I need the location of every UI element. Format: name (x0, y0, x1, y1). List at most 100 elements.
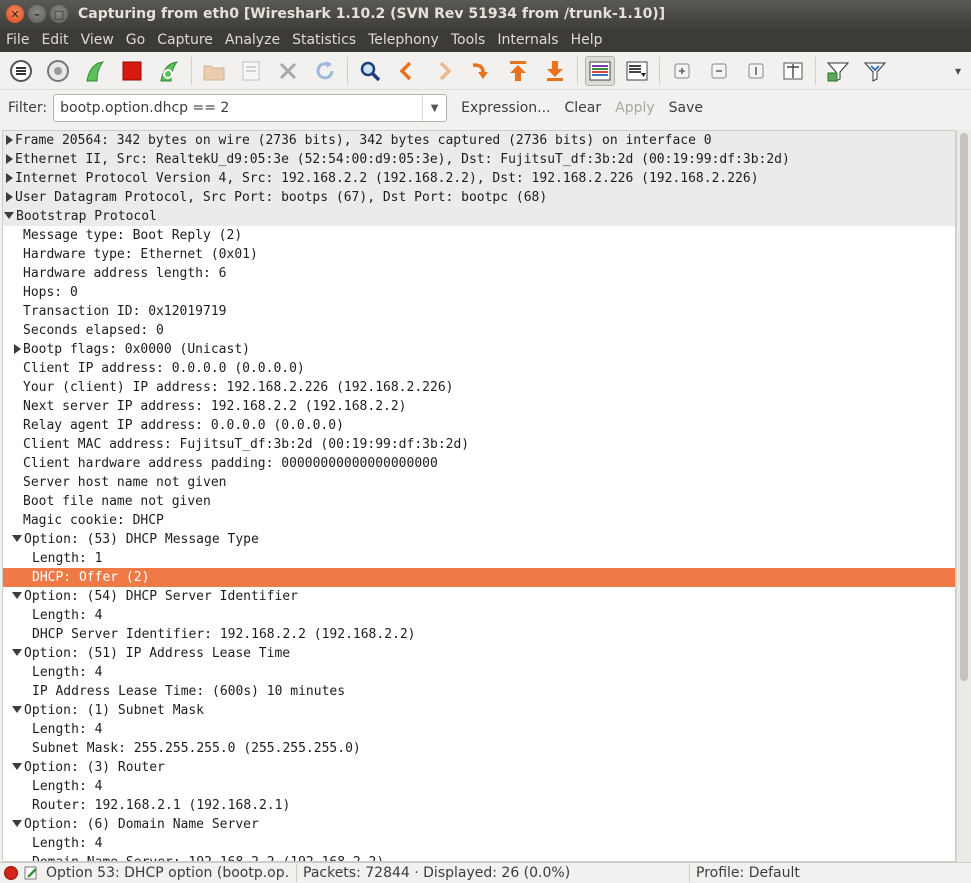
vertical-scrollbar[interactable] (956, 130, 971, 862)
restart-capture-icon[interactable] (154, 56, 184, 86)
tree-node[interactable]: Option: (6) Domain Name Server (3, 815, 955, 834)
packet-details-tree[interactable]: Frame 20564: 342 bytes on wire (2736 bit… (2, 130, 956, 862)
start-capture-icon[interactable] (80, 56, 110, 86)
save-button[interactable]: Save (669, 100, 703, 116)
tree-node[interactable]: Option: (53) DHCP Message Type (3, 530, 955, 549)
auto-scroll-icon[interactable] (622, 56, 652, 86)
expanded-triangle-icon[interactable] (12, 706, 22, 713)
tree-node[interactable]: Bootp flags: 0x0000 (Unicast) (3, 340, 955, 359)
expert-info-icon[interactable] (4, 866, 18, 880)
tree-field[interactable]: Your (client) IP address: 192.168.2.226 … (3, 378, 955, 397)
tree-field[interactable]: Client IP address: 0.0.0.0 (0.0.0.0) (3, 359, 955, 378)
minimize-icon[interactable]: – (28, 5, 46, 23)
last-packet-icon[interactable] (540, 56, 570, 86)
options-icon[interactable] (43, 56, 73, 86)
tree-node[interactable]: Frame 20564: 342 bytes on wire (2736 bit… (3, 131, 955, 150)
tree-field[interactable]: Router: 192.168.2.1 (192.168.2.1) (3, 796, 955, 815)
tree-field[interactable]: Client hardware address padding: 0000000… (3, 454, 955, 473)
resize-columns-icon[interactable] (778, 56, 808, 86)
chevron-down-icon[interactable]: ▼ (422, 95, 446, 121)
menu-internals[interactable]: Internals (491, 32, 564, 48)
tree-field[interactable]: Magic cookie: DHCP (3, 511, 955, 530)
expanded-triangle-icon[interactable] (12, 820, 22, 827)
apply-button[interactable]: Apply (615, 100, 655, 116)
tree-node[interactable]: Bootstrap Protocol (3, 207, 955, 226)
menu-file[interactable]: File (0, 32, 35, 48)
tree-field[interactable]: Hardware type: Ethernet (0x01) (3, 245, 955, 264)
menu-analyze[interactable]: Analyze (219, 32, 286, 48)
expanded-triangle-icon[interactable] (12, 535, 22, 542)
tree-node[interactable]: Option: (54) DHCP Server Identifier (3, 587, 955, 606)
colorize-icon[interactable] (585, 55, 615, 86)
tree-node[interactable]: Internet Protocol Version 4, Src: 192.16… (3, 169, 955, 188)
tree-field[interactable]: IP Address Lease Time: (600s) 10 minutes (3, 682, 955, 701)
go-forward-icon[interactable] (429, 56, 459, 86)
tree-node[interactable]: Option: (1) Subnet Mask (3, 701, 955, 720)
expanded-triangle-icon[interactable] (4, 212, 14, 219)
tree-field[interactable]: Client MAC address: FujitsuT_df:3b:2d (0… (3, 435, 955, 454)
tree-field[interactable]: Server host name not given (3, 473, 955, 492)
expression-button[interactable]: Expression... (461, 100, 550, 116)
capture-filters-icon[interactable] (823, 56, 853, 86)
collapsed-triangle-icon[interactable] (6, 153, 13, 164)
collapsed-triangle-icon[interactable] (6, 172, 13, 183)
zoom-out-icon[interactable] (704, 56, 734, 86)
menu-tools[interactable]: Tools (445, 32, 492, 48)
tree-field[interactable]: Boot file name not given (3, 492, 955, 511)
tree-field[interactable]: Length: 4 (3, 606, 955, 625)
menu-view[interactable]: View (75, 32, 120, 48)
tree-node[interactable]: Option: (3) Router (3, 758, 955, 777)
zoom-in-icon[interactable] (667, 56, 697, 86)
tree-field[interactable]: Length: 4 (3, 663, 955, 682)
tree-field[interactable]: Hardware address length: 6 (3, 264, 955, 283)
filter-input[interactable]: bootp.option.dhcp == 2 ▼ (53, 94, 448, 122)
menu-telephony[interactable]: Telephony (362, 32, 445, 48)
display-filters-icon[interactable] (860, 56, 890, 86)
go-back-icon[interactable] (392, 56, 422, 86)
collapsed-triangle-icon[interactable] (14, 343, 21, 354)
status-profile[interactable]: Profile: Default (696, 865, 800, 881)
find-packet-icon[interactable] (355, 56, 385, 86)
tree-field[interactable]: Length: 4 (3, 720, 955, 739)
capture-comment-icon[interactable] (24, 866, 38, 880)
filter-input-value[interactable]: bootp.option.dhcp == 2 (60, 100, 422, 116)
close-icon[interactable]: ✕ (6, 5, 24, 23)
stop-capture-icon[interactable] (117, 56, 147, 86)
tree-field[interactable]: Length: 4 (3, 777, 955, 796)
tree-field[interactable]: DHCP Server Identifier: 192.168.2.2 (192… (3, 625, 955, 644)
collapsed-triangle-icon[interactable] (6, 191, 13, 202)
menu-go[interactable]: Go (120, 32, 151, 48)
tree-field[interactable]: Length: 4 (3, 834, 955, 853)
expanded-triangle-icon[interactable] (12, 763, 22, 770)
tree-field[interactable]: Subnet Mask: 255.255.255.0 (255.255.255.… (3, 739, 955, 758)
tree-field[interactable]: Seconds elapsed: 0 (3, 321, 955, 340)
collapsed-triangle-icon[interactable] (6, 134, 13, 145)
tree-field[interactable]: Transaction ID: 0x12019719 (3, 302, 955, 321)
tree-field[interactable]: Relay agent IP address: 0.0.0.0 (0.0.0.0… (3, 416, 955, 435)
menu-help[interactable]: Help (565, 32, 609, 48)
close-file-icon[interactable] (273, 56, 303, 86)
expanded-triangle-icon[interactable] (12, 592, 22, 599)
first-packet-icon[interactable] (503, 56, 533, 86)
tree-node[interactable]: Option: (51) IP Address Lease Time (3, 644, 955, 663)
normal-size-icon[interactable] (741, 56, 771, 86)
open-file-icon[interactable] (199, 56, 229, 86)
tree-field[interactable]: Message type: Boot Reply (2) (3, 226, 955, 245)
tree-field[interactable]: Length: 1 (3, 549, 955, 568)
maximize-icon[interactable]: □ (50, 5, 68, 23)
interfaces-icon[interactable] (6, 56, 36, 86)
tree-field[interactable]: Hops: 0 (3, 283, 955, 302)
expanded-triangle-icon[interactable] (12, 649, 22, 656)
tree-node[interactable]: User Datagram Protocol, Src Port: bootps… (3, 188, 955, 207)
toolbar-overflow-icon[interactable]: ▾ (955, 64, 961, 78)
tree-field[interactable]: Next server IP address: 192.168.2.2 (192… (3, 397, 955, 416)
tree-field[interactable]: DHCP: Offer (2) (3, 568, 955, 587)
menu-statistics[interactable]: Statistics (286, 32, 362, 48)
tree-node[interactable]: Ethernet II, Src: RealtekU_d9:05:3e (52:… (3, 150, 955, 169)
scrollbar-thumb[interactable] (960, 133, 968, 681)
menu-capture[interactable]: Capture (151, 32, 219, 48)
go-to-packet-icon[interactable] (466, 56, 496, 86)
reload-icon[interactable] (310, 56, 340, 86)
clear-button[interactable]: Clear (565, 100, 602, 116)
tree-field[interactable]: Domain Name Server: 192.168.2.2 (192.168… (3, 853, 955, 861)
